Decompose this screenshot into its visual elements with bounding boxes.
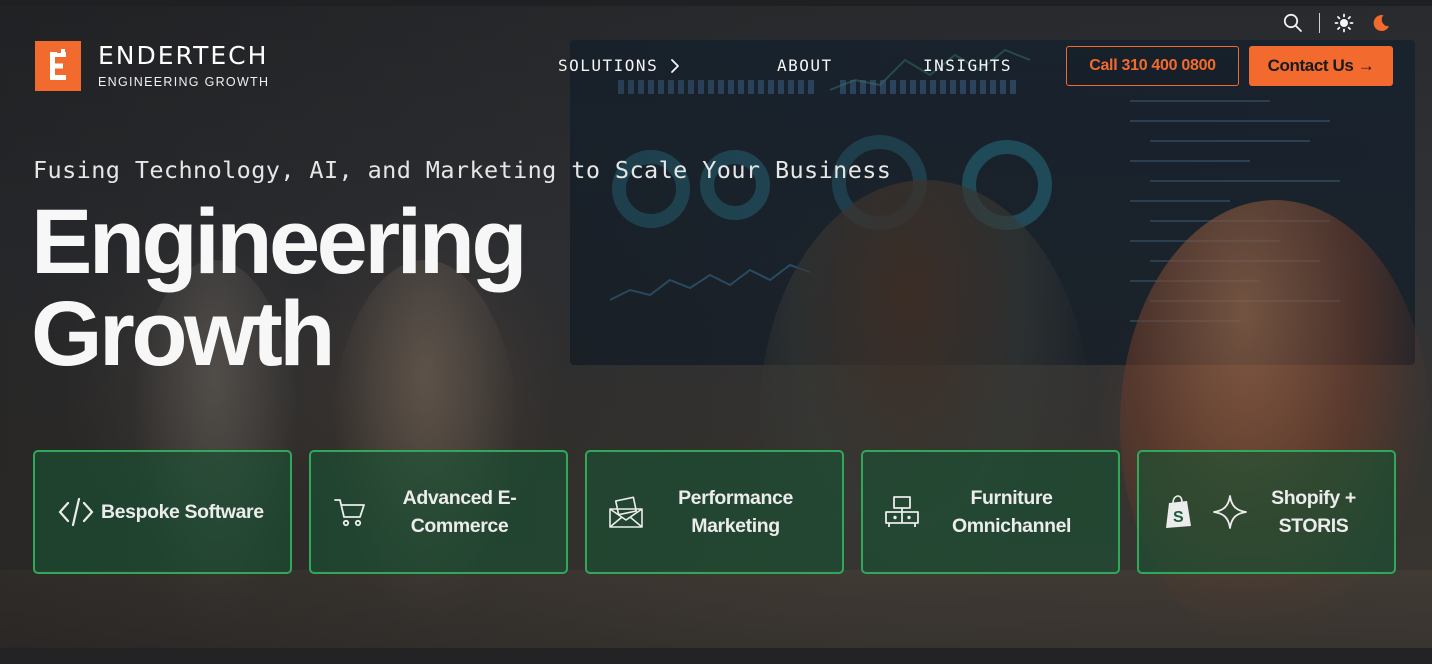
sparkle-icon: [1209, 491, 1251, 533]
nav-item-label: ABOUT: [777, 56, 833, 75]
contact-us-button[interactable]: Contact Us →: [1249, 46, 1393, 86]
service-card-bespoke-software[interactable]: Bespoke Software: [33, 450, 292, 574]
brand-name: ENDERTECH: [98, 41, 269, 70]
brand-logo[interactable]: ENDERTECH ENGINEERING GROWTH: [35, 41, 269, 91]
page-bottom-strip: [0, 648, 1432, 664]
service-card-furniture-omnichannel[interactable]: Furniture Omnichannel: [861, 450, 1120, 574]
nav-item-about[interactable]: ABOUT: [777, 56, 923, 75]
furniture-icon: [881, 491, 923, 533]
moon-icon[interactable]: [1370, 12, 1392, 34]
service-cards: Bespoke Software Advanced E-Commerce Per…: [33, 450, 1396, 574]
logo-text: ENDERTECH ENGINEERING GROWTH: [98, 41, 269, 89]
utility-divider: [1319, 13, 1320, 33]
service-card-ecommerce[interactable]: Advanced E-Commerce: [309, 450, 568, 574]
service-card-label: Performance Marketing: [678, 487, 793, 537]
svg-text:S: S: [1173, 509, 1184, 526]
utility-bar: [1282, 12, 1392, 34]
hero-headline: Engineering Growth: [31, 196, 528, 380]
service-card-label: Bespoke Software: [101, 501, 264, 523]
brand-tagline: ENGINEERING GROWTH: [98, 75, 270, 89]
service-card-label: Advanced E-Commerce: [402, 487, 517, 537]
cart-icon: [329, 491, 371, 533]
nav-item-label: INSIGHTS: [923, 56, 1013, 75]
service-card-label: Furniture Omnichannel: [951, 487, 1072, 537]
hero-subtitle: Fusing Technology, AI, and Marketing to …: [33, 156, 892, 184]
logo-mark-icon: [35, 41, 81, 91]
nav-item-solutions[interactable]: SOLUTIONS: [558, 56, 777, 75]
service-card-shopify-storis[interactable]: S Shopify + STORIS: [1137, 450, 1396, 574]
sun-icon[interactable]: [1333, 12, 1355, 34]
service-card-icons: S: [1157, 491, 1251, 533]
nav-item-insights[interactable]: INSIGHTS: [923, 56, 1012, 75]
call-button[interactable]: Call 310 400 0800: [1066, 46, 1239, 86]
shopify-icon: S: [1157, 491, 1199, 533]
service-card-label: Shopify + STORIS: [1271, 487, 1356, 537]
search-icon[interactable]: [1282, 12, 1304, 34]
code-icon: [55, 491, 97, 533]
service-card-performance-marketing[interactable]: Performance Marketing: [585, 450, 844, 574]
envelope-icon: [605, 491, 647, 533]
nav-item-label: SOLUTIONS: [558, 56, 659, 75]
headline-line-1: Engineering: [31, 191, 528, 293]
chevron-right-icon: [670, 58, 680, 74]
headline-line-2: Growth: [31, 283, 335, 385]
main-nav: SOLUTIONS ABOUT INSIGHTS: [558, 56, 1012, 75]
top-edge: [0, 0, 1432, 6]
